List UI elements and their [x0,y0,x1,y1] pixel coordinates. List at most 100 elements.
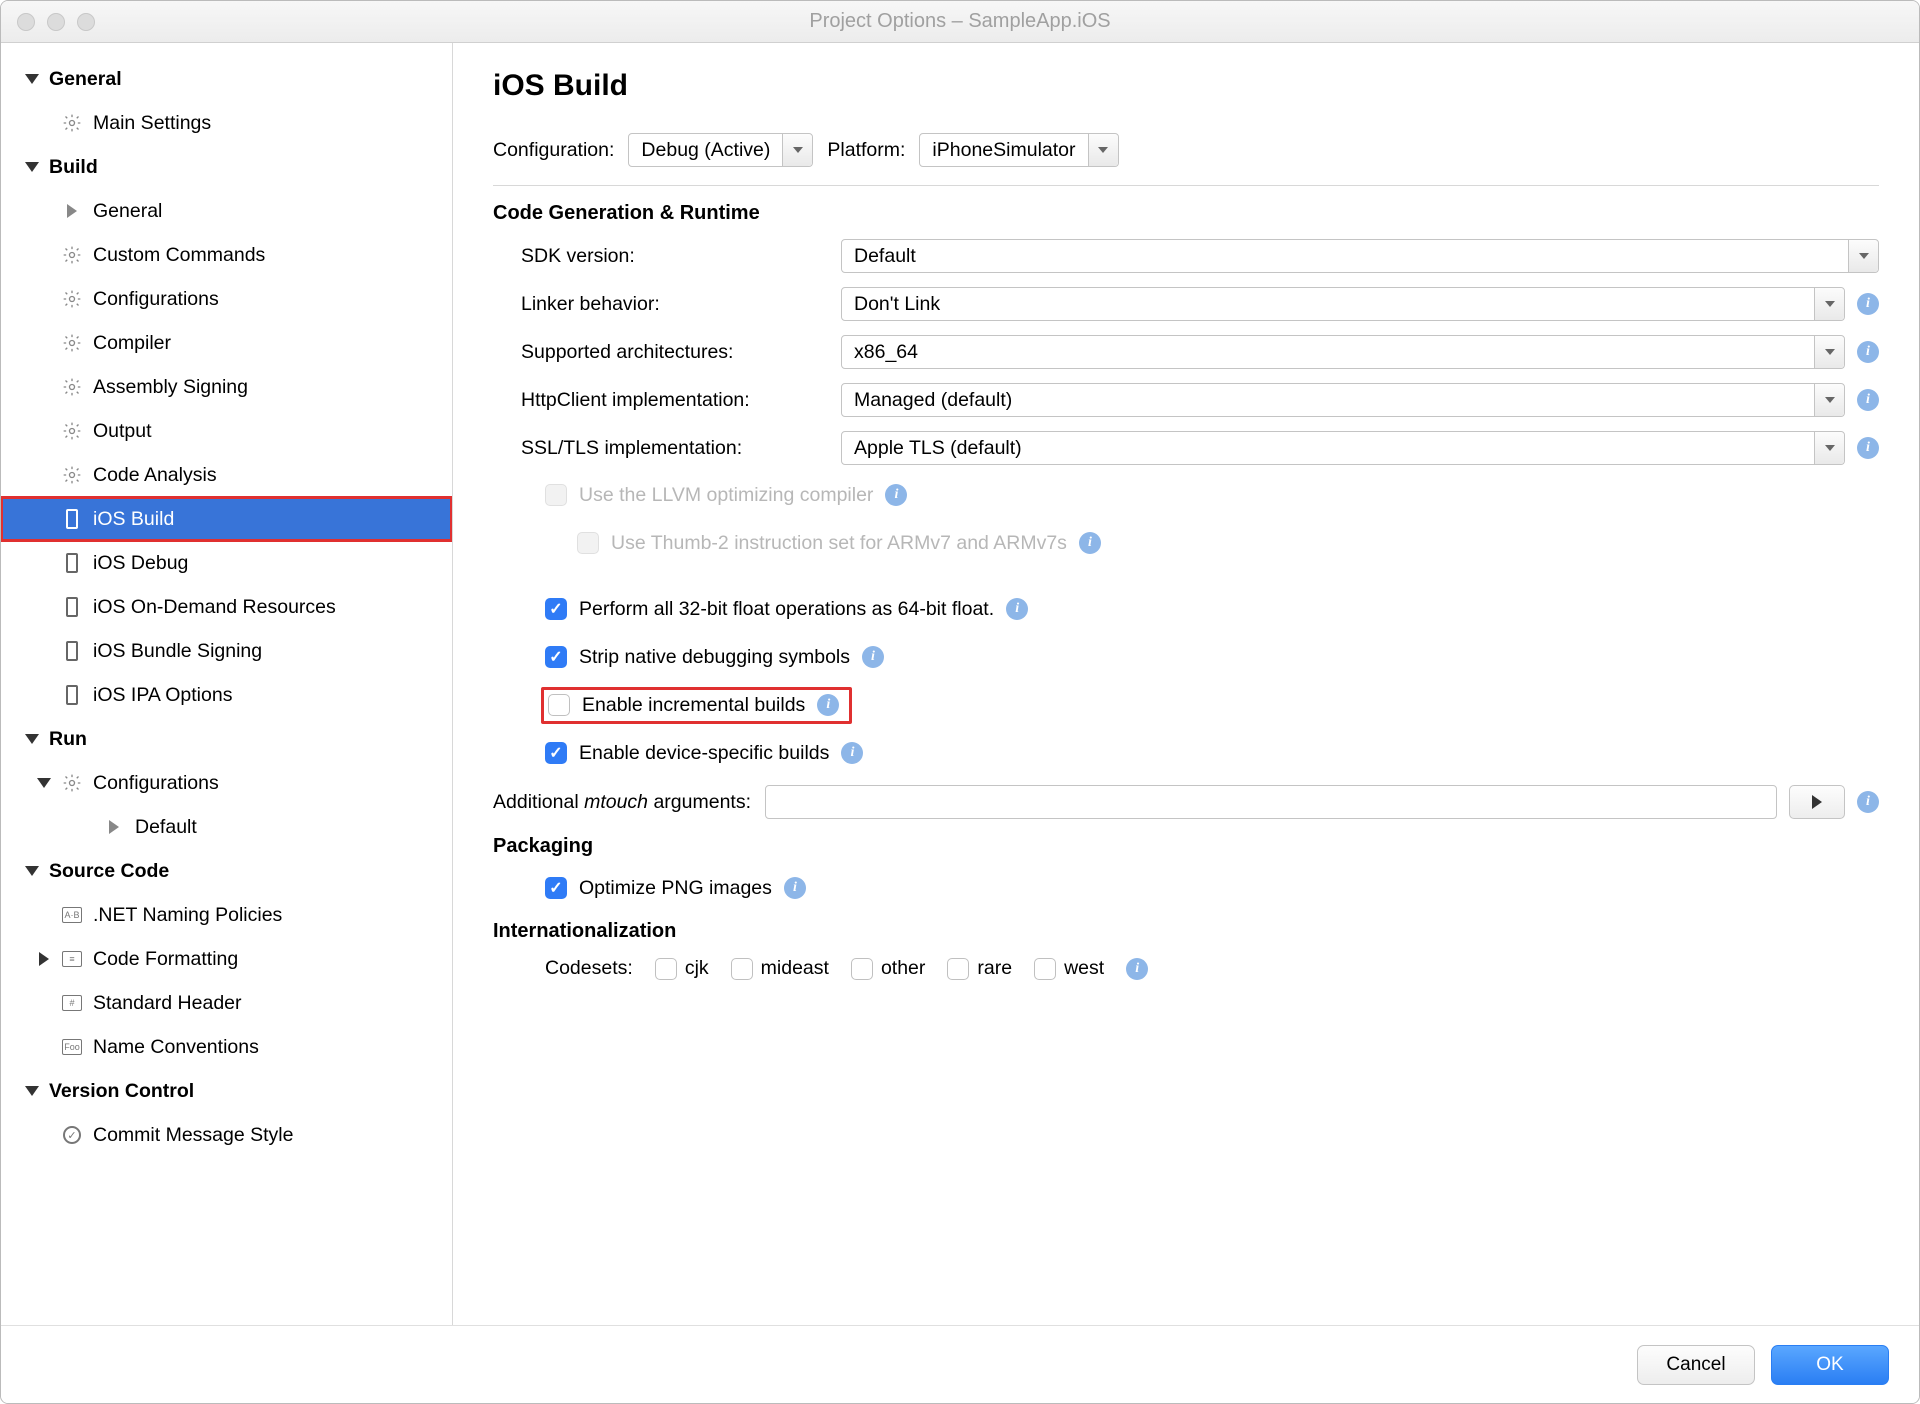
chevron-down-icon[interactable] [37,776,51,790]
gear-icon [61,464,83,486]
chevron-down-icon[interactable] [25,160,39,174]
sidebar-section-build[interactable]: Build [1,145,452,189]
sidebar-item-standard-header[interactable]: # Standard Header [1,981,452,1025]
sidebar-item-ios-debug[interactable]: iOS Debug [1,541,452,585]
config-platform-row: Configuration: Debug (Active) Platform: … [493,133,1879,186]
titlebar: Project Options – SampleApp.iOS [1,1,1919,43]
float32-checkbox-row[interactable]: Perform all 32-bit float operations as 6… [493,593,1879,625]
gear-icon [61,772,83,794]
sidebar-item-custom-commands[interactable]: Custom Commands [1,233,452,277]
info-icon[interactable]: i [817,694,839,716]
chevron-down-icon[interactable] [25,1084,39,1098]
sidebar-item-run-configurations[interactable]: Configurations [1,761,452,805]
strip-checkbox-row[interactable]: Strip native debugging symbols i [493,641,1879,673]
optimize-png-checkbox-row[interactable]: Optimize PNG images i [493,872,1879,904]
chevron-down-icon[interactable] [25,72,39,86]
sidebar-section-version-control[interactable]: Version Control [1,1069,452,1113]
optimize-png-checkbox[interactable] [545,877,567,899]
info-icon[interactable]: i [1857,341,1879,363]
sidebar-item-name-conventions[interactable]: Foo Name Conventions [1,1025,452,1069]
codeset-cjk[interactable]: cjk [655,957,709,980]
arch-label: Supported architectures: [521,341,841,364]
device-icon [61,508,83,530]
ssl-label: SSL/TLS implementation: [521,437,841,460]
chevron-down-icon[interactable] [25,732,39,746]
section-packaging: Packaging [493,835,1879,858]
minimize-window-icon[interactable] [47,13,65,31]
sidebar-item-main-settings[interactable]: Main Settings [1,101,452,145]
sdk-version-dropdown[interactable]: Default [841,239,1879,273]
linker-dropdown[interactable]: Don't Link [841,287,1845,321]
info-icon[interactable]: i [784,877,806,899]
gear-icon [61,420,83,442]
float32-checkbox[interactable] [545,598,567,620]
sidebar-item-ios-bundle-signing[interactable]: iOS Bundle Signing [1,629,452,673]
codeset-west[interactable]: west [1034,957,1104,980]
section-i18n: Internationalization [493,920,1879,943]
codeset-rare[interactable]: rare [947,957,1012,980]
httpclient-dropdown[interactable]: Managed (default) [841,383,1845,417]
incremental-highlight: Enable incremental builds i [541,687,852,724]
info-icon[interactable]: i [1857,791,1879,813]
sidebar-section-source-code[interactable]: Source Code [1,849,452,893]
thumb2-checkbox-row: Use Thumb-2 instruction set for ARMv7 an… [493,527,1879,559]
sidebar-item-output[interactable]: Output [1,409,452,453]
info-icon[interactable]: i [841,742,863,764]
chevron-down-icon[interactable] [25,864,39,878]
sidebar-item-naming-policies[interactable]: A·B .NET Naming Policies [1,893,452,937]
sidebar-item-build-general[interactable]: General [1,189,452,233]
chevron-down-icon [1814,432,1844,464]
codeset-other[interactable]: other [851,957,925,980]
device-specific-checkbox[interactable] [545,742,567,764]
info-icon[interactable]: i [1126,958,1148,980]
close-window-icon[interactable] [17,13,35,31]
arch-dropdown[interactable]: x86_64 [841,335,1845,369]
sidebar-item-commit-style[interactable]: Commit Message Style [1,1113,452,1157]
cjk-checkbox[interactable] [655,958,677,980]
mtouch-arguments-input[interactable] [765,785,1777,819]
sidebar-item-ios-build[interactable]: iOS Build [1,497,452,541]
cancel-button[interactable]: Cancel [1637,1345,1755,1385]
platform-dropdown[interactable]: iPhoneSimulator [919,133,1118,167]
chevron-right-icon[interactable] [37,952,51,966]
incremental-checkbox[interactable] [548,694,570,716]
mideast-checkbox[interactable] [731,958,753,980]
west-checkbox[interactable] [1034,958,1056,980]
sidebar-section-general[interactable]: General [1,57,452,101]
codeset-mideast[interactable]: mideast [731,957,829,980]
configuration-label: Configuration: [493,139,614,162]
window-title: Project Options – SampleApp.iOS [1,10,1919,33]
sidebar-section-run[interactable]: Run [1,717,452,761]
configuration-dropdown[interactable]: Debug (Active) [628,133,813,167]
ssl-dropdown[interactable]: Apple TLS (default) [841,431,1845,465]
other-checkbox[interactable] [851,958,873,980]
sidebar-item-assembly-signing[interactable]: Assembly Signing [1,365,452,409]
sidebar-item-compiler[interactable]: Compiler [1,321,452,365]
sidebar-item-code-analysis[interactable]: Code Analysis [1,453,452,497]
info-icon[interactable]: i [1079,532,1101,554]
sidebar-item-code-formatting[interactable]: ≡ Code Formatting [1,937,452,981]
sidebar-item-ios-ipa-options[interactable]: iOS IPA Options [1,673,452,717]
rare-checkbox[interactable] [947,958,969,980]
info-icon[interactable]: i [862,646,884,668]
llvm-checkbox-row: Use the LLVM optimizing compiler i [493,479,1879,511]
info-icon[interactable]: i [1006,598,1028,620]
chevron-down-icon [1848,240,1878,272]
info-icon[interactable]: i [1857,293,1879,315]
mtouch-run-button[interactable] [1789,785,1845,819]
sidebar-item-configurations[interactable]: Configurations [1,277,452,321]
linker-label: Linker behavior: [521,293,841,316]
strip-checkbox[interactable] [545,646,567,668]
device-specific-checkbox-row[interactable]: Enable device-specific builds i [493,737,1879,769]
info-icon[interactable]: i [1857,389,1879,411]
zoom-window-icon[interactable] [77,13,95,31]
format-box-icon: ≡ [61,948,83,970]
incremental-checkbox-row[interactable]: Enable incremental builds i [493,689,1879,721]
sidebar-item-ios-on-demand[interactable]: iOS On-Demand Resources [1,585,452,629]
page-title: iOS Build [493,69,1879,103]
info-icon[interactable]: i [885,484,907,506]
sidebar-item-run-default[interactable]: Default [1,805,452,849]
info-icon[interactable]: i [1857,437,1879,459]
ok-button[interactable]: OK [1771,1345,1889,1385]
sidebar-label: General [49,68,122,91]
